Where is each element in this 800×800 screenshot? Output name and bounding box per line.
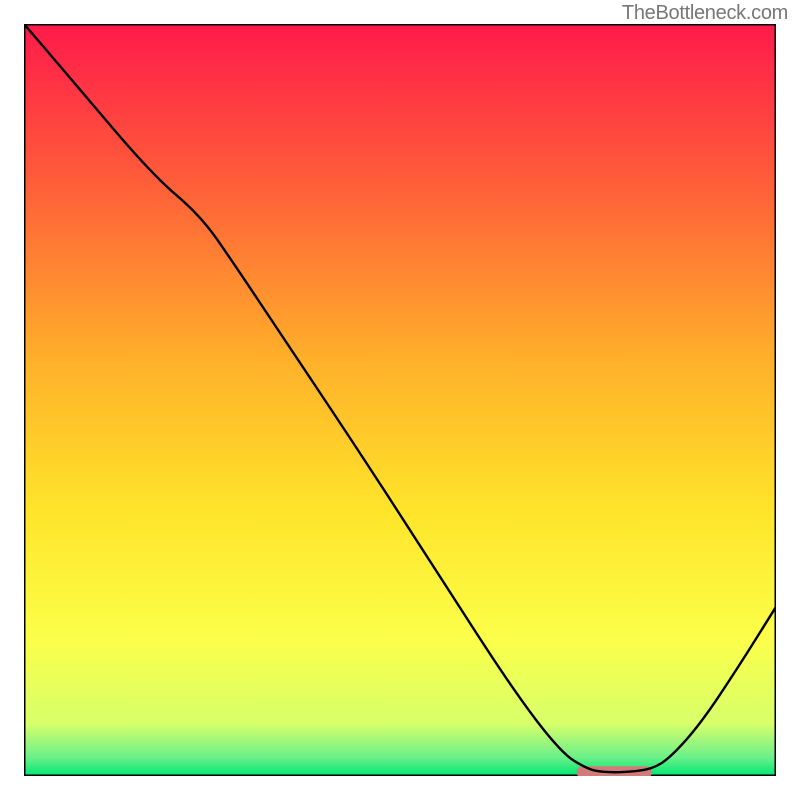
chart-background xyxy=(24,24,776,776)
chart-svg xyxy=(24,24,776,776)
watermark-label: TheBottleneck.com xyxy=(622,2,788,25)
chart-container xyxy=(24,24,776,776)
